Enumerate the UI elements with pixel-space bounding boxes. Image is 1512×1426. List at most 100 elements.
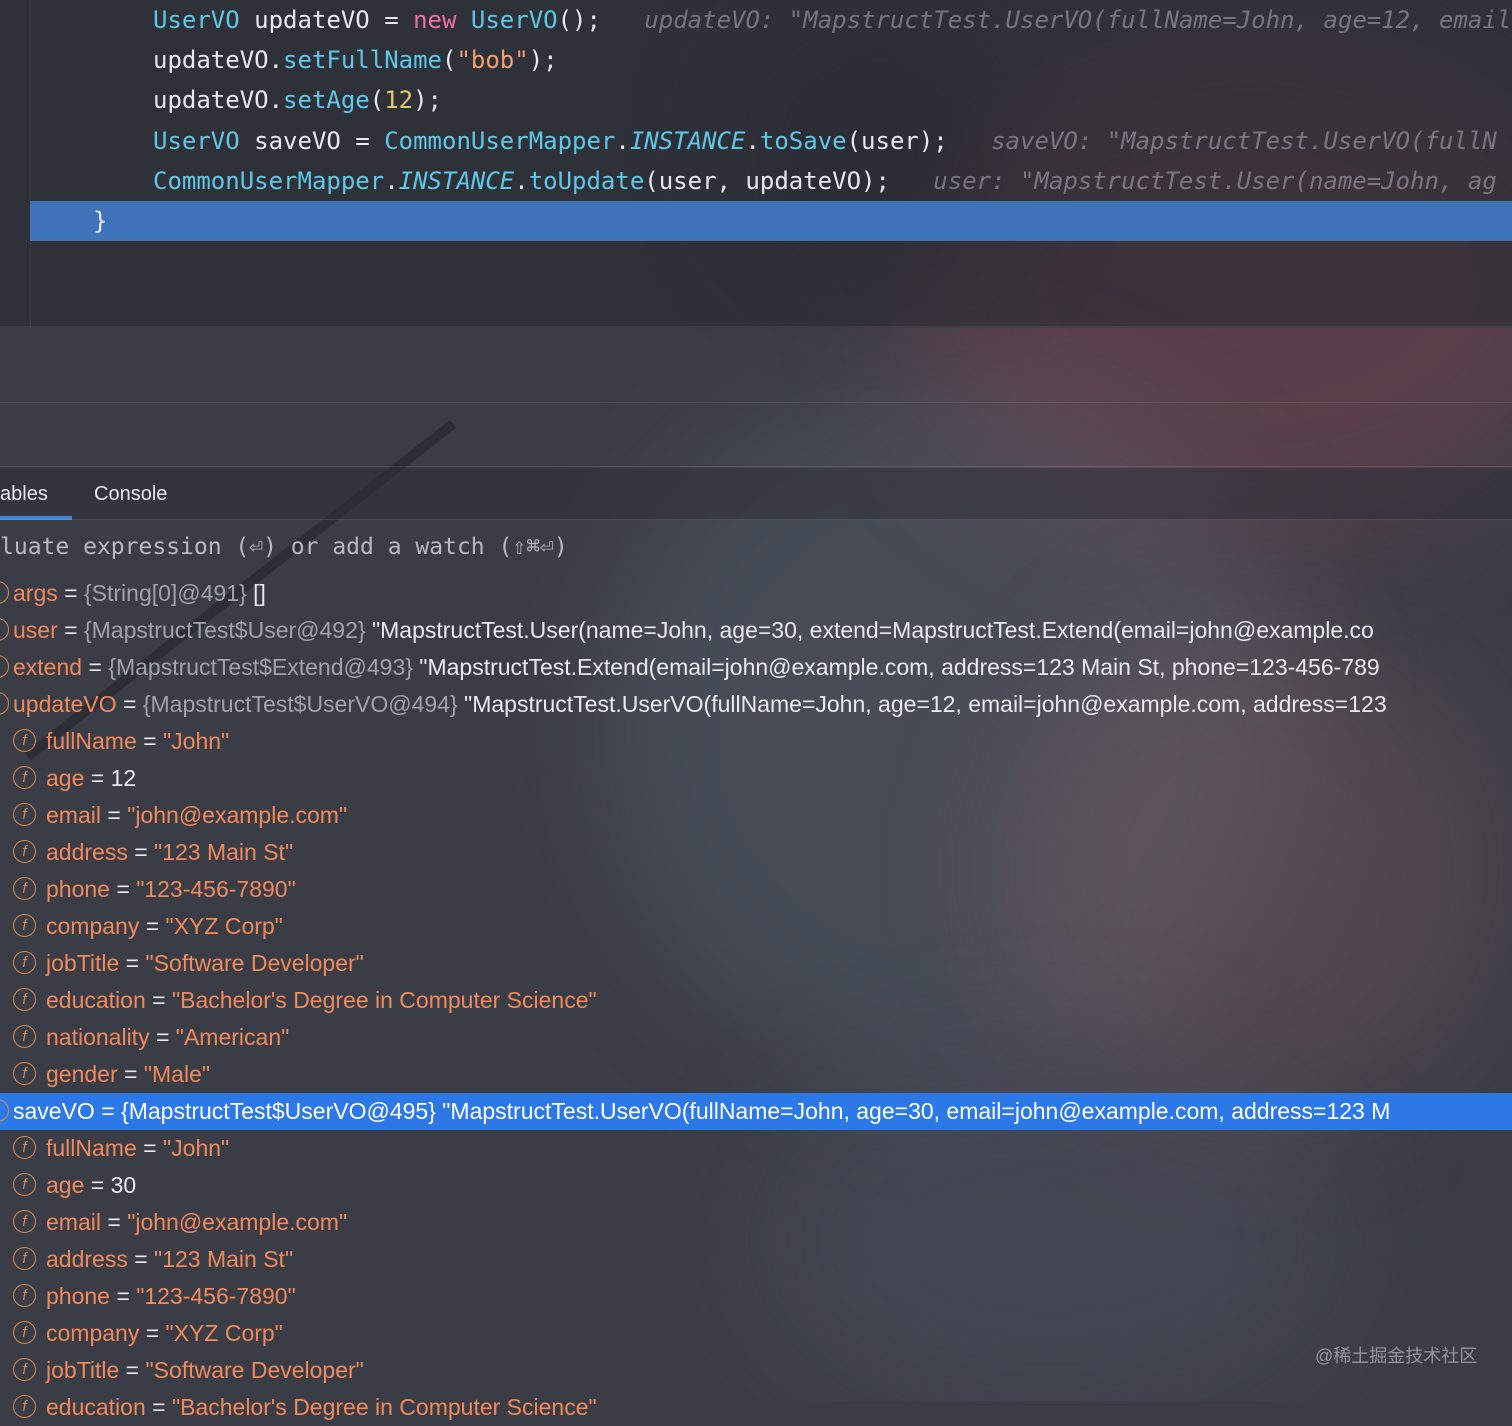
- variable-row[interactable]: f company = "XYZ Corp": [0, 1315, 1512, 1352]
- divider: [0, 402, 1512, 403]
- variable-value: "XYZ Corp": [165, 913, 283, 939]
- equals-sign: =: [109, 876, 137, 902]
- code-token: toUpdate: [528, 167, 645, 195]
- variable-name: education: [46, 1394, 146, 1420]
- field-icon: f: [13, 1136, 36, 1159]
- code-token: .: [384, 167, 399, 195]
- variable-type: {String[0]@491}: [83, 580, 247, 606]
- code-token: (: [369, 86, 385, 114]
- variable-row[interactable]: f age = 30: [0, 1167, 1512, 1204]
- variable-row[interactable]: f address = "123 Main St": [0, 834, 1512, 871]
- variable-name: phone: [46, 876, 110, 902]
- variable-row[interactable]: f jobTitle = "Software Developer": [0, 945, 1512, 982]
- code-token: updateVO.: [153, 46, 284, 74]
- code-line[interactable]: }: [93, 201, 107, 241]
- variable-row[interactable]: f fullName = "John": [0, 723, 1512, 760]
- variable-row[interactable]: updateVO = {MapstructTest$UserVO@494} "M…: [0, 686, 1512, 723]
- variable-name: saveVO: [13, 1098, 95, 1124]
- variable-name: email: [46, 802, 101, 828]
- variable-row[interactable]: f email = "john@example.com": [0, 797, 1512, 834]
- watermark: @稀土掘金技术社区: [1315, 1346, 1478, 1366]
- equals-sign: =: [145, 1394, 172, 1420]
- variable-name: company: [46, 913, 140, 939]
- variable-name: education: [46, 987, 146, 1013]
- variable-row[interactable]: f nationality = "American": [0, 1019, 1512, 1056]
- variable-row[interactable]: f gender = "Male": [0, 1056, 1512, 1093]
- equals-sign: =: [57, 617, 84, 643]
- field-icon: f: [13, 914, 36, 937]
- field-icon: f: [13, 1358, 36, 1381]
- variable-row[interactable]: f education = "Bachelor's Degree in Compu…: [0, 982, 1512, 1019]
- code-token: CommonUserMapper: [384, 127, 616, 155]
- variable-name: company: [46, 1320, 140, 1346]
- equals-sign: =: [139, 1320, 166, 1346]
- code-token: );: [413, 86, 443, 114]
- field-icon: f: [13, 766, 36, 789]
- variable-name: phone: [46, 1283, 110, 1309]
- variable-value: 30: [110, 1172, 137, 1198]
- code-token: UserVO: [153, 6, 240, 34]
- field-icon: f: [13, 803, 36, 826]
- code-line[interactable]: updateVO.setAge(12);: [153, 80, 442, 120]
- variable-value: "Bachelor's Degree in Computer Science": [171, 987, 597, 1013]
- equals-sign: =: [57, 580, 84, 606]
- variable-value: "Bachelor's Degree in Computer Science": [171, 1394, 597, 1420]
- code-token: }: [93, 207, 108, 235]
- variable-row[interactable]: f fullName = "John": [0, 1130, 1512, 1167]
- code-token: UserVO: [470, 6, 558, 34]
- field-icon: f: [13, 1284, 36, 1307]
- variable-row[interactable]: f age = 12: [0, 760, 1512, 797]
- variable-name: args: [13, 580, 58, 606]
- variable-icon: [0, 692, 9, 715]
- execution-point-highlight: [30, 201, 1512, 241]
- variable-row[interactable]: f company = "XYZ Corp": [0, 908, 1512, 945]
- variable-value: "123-456-7890": [136, 1283, 296, 1309]
- variable-name: email: [46, 1209, 101, 1235]
- field-icon: f: [13, 1062, 36, 1085]
- variable-value: "Male": [143, 1061, 211, 1087]
- field-icon: f: [13, 951, 36, 974]
- code-line[interactable]: CommonUserMapper.INSTANCE.toUpdate(user,…: [153, 161, 1497, 201]
- equals-sign: =: [117, 1061, 144, 1087]
- tab-console[interactable]: Console: [94, 468, 167, 520]
- variable-row[interactable]: f education = "Bachelor's Degree in Compu…: [0, 1389, 1512, 1426]
- variable-name: fullName: [46, 728, 137, 754]
- code-token: saveVO =: [239, 127, 385, 155]
- code-token: new: [413, 6, 457, 34]
- variable-value: []: [246, 580, 266, 606]
- variable-type: {MapstructTest$User@492}: [83, 617, 366, 643]
- variable-row[interactable]: f jobTitle = "Software Developer": [0, 1352, 1512, 1389]
- equals-sign: =: [145, 987, 172, 1013]
- field-icon: f: [13, 840, 36, 863]
- variable-value: "American": [175, 1024, 290, 1050]
- code-line[interactable]: UserVO updateVO = new UserVO(); updateVO…: [153, 0, 1511, 40]
- equals-sign: =: [84, 1172, 111, 1198]
- field-icon: f: [13, 1247, 36, 1270]
- field-icon: f: [13, 1025, 36, 1048]
- variable-name: nationality: [46, 1024, 150, 1050]
- inline-value-hint: updateVO: "MapstructTest.UserVO(fullName…: [600, 6, 1512, 34]
- variable-row[interactable]: extend = {MapstructTest$Extend@493} "Map…: [0, 649, 1512, 686]
- equals-sign: =: [127, 839, 155, 865]
- code-editor[interactable]: UserVO updateVO = new UserVO(); updateVO…: [0, 0, 1512, 328]
- code-token: INSTANCE: [398, 167, 515, 195]
- tab-variables[interactable]: ables: [0, 468, 72, 520]
- variable-row[interactable]: user = {MapstructTest$User@492} "Mapstru…: [0, 612, 1512, 649]
- variable-row[interactable]: saveVO = {MapstructTest$UserVO@495} "Map…: [0, 1093, 1512, 1130]
- code-line[interactable]: UserVO saveVO = CommonUserMapper.INSTANC…: [153, 121, 1497, 161]
- variable-row[interactable]: args = {String[0]@491} []: [0, 575, 1512, 612]
- variables-tree: args = {String[0]@491} [] user = {Mapstru…: [0, 575, 1512, 1426]
- variable-icon: [0, 1099, 9, 1122]
- evaluate-expression-input[interactable]: luate expression (⏎) or add a watch (⇧⌘⏎…: [0, 527, 568, 567]
- variable-row[interactable]: f address = "123 Main St": [0, 1241, 1512, 1278]
- code-line[interactable]: updateVO.setFullName("bob");: [153, 40, 558, 80]
- equals-sign: =: [116, 691, 143, 717]
- variable-row[interactable]: f phone = "123-456-7890": [0, 871, 1512, 908]
- variable-row[interactable]: f email = "john@example.com": [0, 1204, 1512, 1241]
- variable-row[interactable]: f phone = "123-456-7890": [0, 1278, 1512, 1315]
- variable-value: "MapstructTest.UserVO(fullName=John, age…: [457, 691, 1387, 717]
- code-token: (user);: [846, 127, 948, 155]
- tab-label: ables: [0, 483, 48, 505]
- variable-value: "123 Main St": [154, 839, 294, 865]
- variable-value: "Software Developer": [145, 950, 364, 976]
